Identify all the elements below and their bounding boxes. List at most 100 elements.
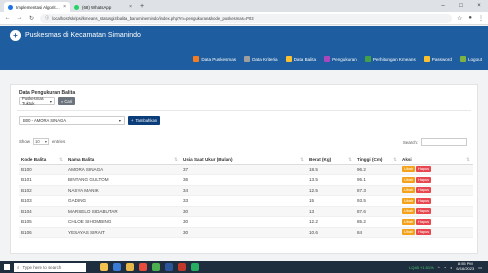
action-cell: Ubah Hapus — [400, 206, 473, 217]
maximize-button[interactable]: □ — [452, 0, 470, 12]
table-cell: 36 — [181, 174, 307, 186]
reload-icon[interactable]: ↻ — [28, 15, 35, 22]
table-cell: B104 — [19, 206, 66, 217]
app-icon[interactable] — [191, 263, 199, 271]
hapus-button[interactable]: Hapus — [416, 176, 432, 183]
table-cell: NASYA MANIK — [66, 185, 181, 196]
table-cell: GADING — [66, 195, 181, 207]
edge-icon[interactable] — [113, 263, 121, 271]
new-tab-button[interactable]: + — [136, 2, 148, 12]
column-header-label: Berat (Kg) — [309, 156, 332, 162]
column-header[interactable]: Kode Balita ⇅ — [19, 155, 66, 165]
page-favicon-icon — [8, 4, 13, 10]
column-header[interactable]: Nama Balita ⇅ — [66, 155, 181, 165]
brand[interactable]: + Puskesmas di Kecamatan Simanindo — [10, 30, 141, 41]
table-cell: 15 — [307, 195, 355, 207]
ubah-button[interactable]: Ubah — [402, 176, 416, 183]
main-nav: Data Puskesmas Data Kriteria Data Balita Pe… — [193, 56, 482, 62]
close-tab-icon[interactable]: × — [63, 4, 66, 10]
nav-pengukuran[interactable]: Pengukuran — [324, 56, 357, 62]
chevron-down-icon: ▾ — [49, 98, 52, 104]
column-header[interactable]: Usia Saat Ukur (Bulan) ⇅ — [181, 155, 307, 165]
volume-icon[interactable]: ◖ — [450, 265, 452, 270]
nav-password[interactable]: Password — [423, 56, 452, 62]
profile-icon[interactable]: ● — [468, 15, 472, 22]
table-search: Search: — [403, 138, 467, 146]
close-window-button[interactable]: × — [470, 0, 488, 12]
forward-arrow-icon[interactable]: → — [16, 15, 23, 21]
page-length-control: Show 10 ▾ entries — [19, 138, 65, 145]
hapus-button[interactable]: Hapus — [416, 208, 432, 215]
table-cell: 13 — [307, 206, 355, 217]
clock[interactable]: 8:55 PM 6/16/2023 — [456, 262, 474, 271]
bookmark-star-icon[interactable]: ☆ — [457, 15, 462, 22]
table-search-input[interactable] — [421, 138, 467, 146]
hapus-button[interactable]: Hapus — [416, 187, 432, 194]
info-icon: ⓘ — [45, 15, 50, 20]
chevron-down-icon: ▾ — [118, 118, 121, 123]
nav-data-kriteria[interactable]: Data Kriteria — [244, 56, 278, 62]
nav-perhitungan-kmeans[interactable]: Perhitungan Kmeans — [364, 56, 416, 62]
chevron-up-icon[interactable]: ^ — [438, 265, 440, 270]
whatsapp-favicon-icon — [74, 4, 79, 10]
file-explorer-icon[interactable] — [126, 263, 134, 271]
ubah-button[interactable]: Ubah — [402, 197, 416, 204]
chrome-icon[interactable] — [152, 263, 160, 271]
menu-dots-icon[interactable]: ⋮ — [478, 15, 484, 22]
table-cell: 30 — [181, 206, 307, 217]
nav-logout[interactable]: Logout — [459, 56, 482, 62]
table-row: B103 GADING 33 15 93.5 Ubah Hapus — [19, 195, 473, 207]
table-cell: BINTANG GULTOM — [66, 174, 181, 186]
word-icon[interactable] — [165, 263, 173, 271]
nav-data-kriteria-icon — [244, 56, 251, 62]
action-cell: Ubah Hapus — [400, 227, 473, 238]
hapus-button[interactable]: Hapus — [416, 166, 432, 173]
nav-data-balita[interactable]: Data Balita — [285, 56, 316, 62]
url-field[interactable]: ⓘ localhost/skripsi/kmeans_statusgizibal… — [40, 13, 452, 23]
windows-start-icon[interactable] — [0, 261, 14, 273]
close-tab-icon[interactable]: × — [129, 4, 132, 10]
back-arrow-icon[interactable]: ← — [4, 15, 11, 21]
column-header[interactable]: Tinggi (Cm) ⇅ — [355, 155, 400, 165]
network-icon[interactable]: ◔ — [444, 265, 446, 270]
hapus-button[interactable]: Hapus — [416, 229, 432, 236]
tambahkan-button[interactable]: + Tambahkan — [128, 116, 161, 125]
hapus-button[interactable]: Hapus — [416, 197, 432, 204]
taskbar-search-input[interactable]: ⌕ Type here to search — [14, 262, 86, 272]
page-length-select[interactable]: 10 ▾ — [32, 138, 49, 145]
stock-widget[interactable]: LQ45 +1.51% — [409, 265, 434, 270]
url-text: localhost/skripsi/kmeans_statusgizibalit… — [52, 15, 254, 21]
balita-select[interactable]: B00 - AMORA SINAGA ▾ — [19, 116, 125, 125]
cari-button-label: Cari — [64, 98, 73, 104]
cari-button[interactable]: ⌕ Cari — [58, 97, 76, 105]
app-icon[interactable] — [178, 263, 186, 271]
pengukuran-table: Kode Balita ⇅ Nama Balita ⇅ Usia Saat Ukur (… — [19, 155, 473, 238]
taskview-icon[interactable] — [100, 263, 108, 271]
nav-data-puskesmas[interactable]: Data Puskesmas — [193, 56, 236, 62]
ubah-button[interactable]: Ubah — [402, 187, 416, 194]
table-row: B102 NASYA MANIK 34 12.5 87.3 Ubah Hapus — [19, 185, 473, 196]
minimize-button[interactable]: – — [434, 0, 452, 12]
table-cell: 96.2 — [355, 164, 400, 175]
ubah-button[interactable]: Ubah — [402, 208, 416, 215]
column-header[interactable]: Berat (Kg) ⇅ — [307, 155, 355, 165]
puskesmas-select[interactable]: Puskesmas Tuktuk ▾ — [19, 96, 55, 106]
nav-label: Data Kriteria — [252, 56, 278, 62]
content-panel: Data Pengukuran Balita Puskesmas Tuktuk … — [10, 84, 478, 254]
table-cell: 10.6 — [307, 227, 355, 238]
window-controls: – □ × — [434, 0, 488, 12]
ubah-button[interactable]: Ubah — [402, 166, 416, 173]
ubah-button[interactable]: Ubah — [402, 229, 416, 236]
search-icon: ⌕ — [61, 98, 64, 104]
ubah-button[interactable]: Ubah — [402, 218, 416, 225]
browser-tab-whatsapp[interactable]: (68) WhatsApp × — [70, 2, 136, 12]
hapus-button[interactable]: Hapus — [416, 218, 432, 225]
app-icon[interactable] — [139, 263, 147, 271]
notification-icon[interactable]: ▭ — [478, 265, 482, 270]
divider — [17, 110, 471, 111]
column-header-label: Kode Balita — [21, 156, 47, 162]
table-cell: 33 — [181, 195, 307, 207]
browser-tab-active[interactable]: Implementasi Algoritma K-Mea × — [4, 2, 70, 12]
column-header[interactable]: Aksi ⇅ — [400, 155, 473, 165]
sort-icon: ⇅ — [174, 156, 178, 162]
